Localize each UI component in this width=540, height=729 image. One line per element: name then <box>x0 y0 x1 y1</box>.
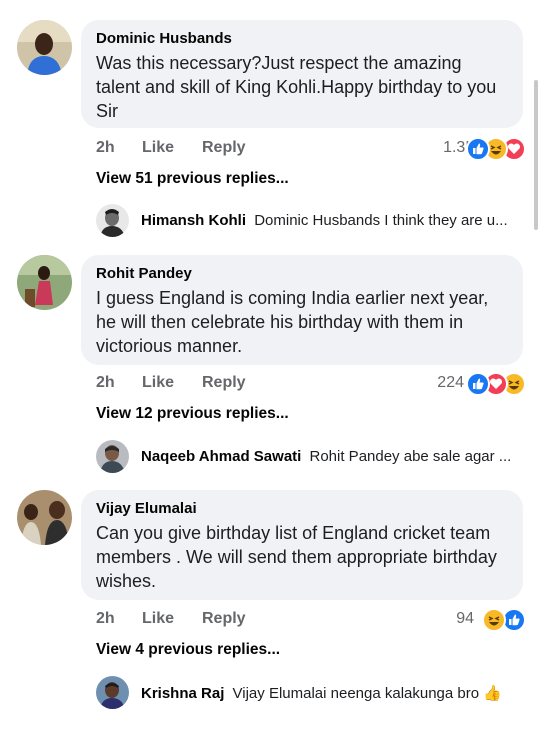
reaction-icons[interactable] <box>464 372 526 396</box>
reply-button[interactable]: Reply <box>202 610 246 628</box>
reply-author[interactable]: Krishna Raj <box>141 685 224 702</box>
comment-text: Can you give birthday list of England cr… <box>96 523 497 591</box>
comment-author[interactable]: Vijay Elumalai <box>96 499 508 519</box>
reply-button[interactable]: Reply <box>202 139 246 157</box>
reaction-count[interactable]: 224 <box>437 374 464 392</box>
reaction-icons[interactable] <box>464 137 526 161</box>
haha-icon <box>482 608 506 632</box>
comment-bubble: Vijay Elumalai Can you give birthday lis… <box>81 490 523 600</box>
reply-preview[interactable]: Naqeeb Ahmad Sawati Rohit Pandey abe sal… <box>96 440 536 474</box>
reply-text: Vijay Elumalai neenga kalakunga bro 👍 <box>232 685 502 702</box>
like-button[interactable]: Like <box>142 374 174 392</box>
comment-bubble: Dominic Husbands Was this necessary?Just… <box>81 20 523 128</box>
comment-time[interactable]: 2h <box>96 139 115 157</box>
comment-author[interactable]: Rohit Pandey <box>96 264 508 284</box>
avatar[interactable] <box>96 204 129 237</box>
like-icon <box>466 137 490 161</box>
reply-author[interactable]: Naqeeb Ahmad Sawati <box>141 448 301 465</box>
avatar[interactable] <box>96 676 129 709</box>
comment-text: I guess England is coming India earlier … <box>96 288 489 356</box>
reply-button[interactable]: Reply <box>202 374 246 392</box>
reply-preview[interactable]: Krishna Raj Vijay Elumalai neenga kalaku… <box>96 676 536 710</box>
reply-text: Rohit Pandey abe sale agar ... <box>309 448 512 465</box>
reply-line: Himansh Kohli Dominic Husbands I think t… <box>141 212 508 229</box>
reply-preview[interactable]: Himansh Kohli Dominic Husbands I think t… <box>96 204 536 238</box>
like-button[interactable]: Like <box>142 610 174 628</box>
reply-line: Krishna Raj Vijay Elumalai neenga kalaku… <box>141 684 502 702</box>
view-previous-replies[interactable]: View 51 previous replies... <box>96 170 289 188</box>
comment-actions: 2h Like Reply 94 <box>96 608 526 632</box>
avatar[interactable] <box>96 440 129 473</box>
comment-bubble: Rohit Pandey I guess England is coming I… <box>81 255 523 365</box>
view-previous-replies[interactable]: View 12 previous replies... <box>96 405 289 423</box>
comment-time[interactable]: 2h <box>96 610 115 628</box>
reply-line: Naqeeb Ahmad Sawati Rohit Pandey abe sal… <box>141 448 511 465</box>
reaction-icons[interactable] <box>480 608 526 632</box>
like-button[interactable]: Like <box>142 139 174 157</box>
view-previous-replies[interactable]: View 4 previous replies... <box>96 641 280 659</box>
reaction-count[interactable]: 94 <box>456 610 474 628</box>
comment-actions: 2h Like Reply 224 <box>96 372 526 396</box>
comment-author[interactable]: Dominic Husbands <box>96 29 508 49</box>
comment-text: Was this necessary?Just respect the amaz… <box>96 53 497 121</box>
avatar[interactable] <box>17 490 72 545</box>
avatar[interactable] <box>17 20 72 75</box>
comment-time[interactable]: 2h <box>96 374 115 392</box>
comment-actions: 2h Like Reply 1.3K <box>96 137 526 161</box>
reply-text: Dominic Husbands I think they are u... <box>254 212 508 229</box>
reply-author[interactable]: Himansh Kohli <box>141 212 246 229</box>
avatar[interactable] <box>17 255 72 310</box>
like-icon <box>466 372 490 396</box>
